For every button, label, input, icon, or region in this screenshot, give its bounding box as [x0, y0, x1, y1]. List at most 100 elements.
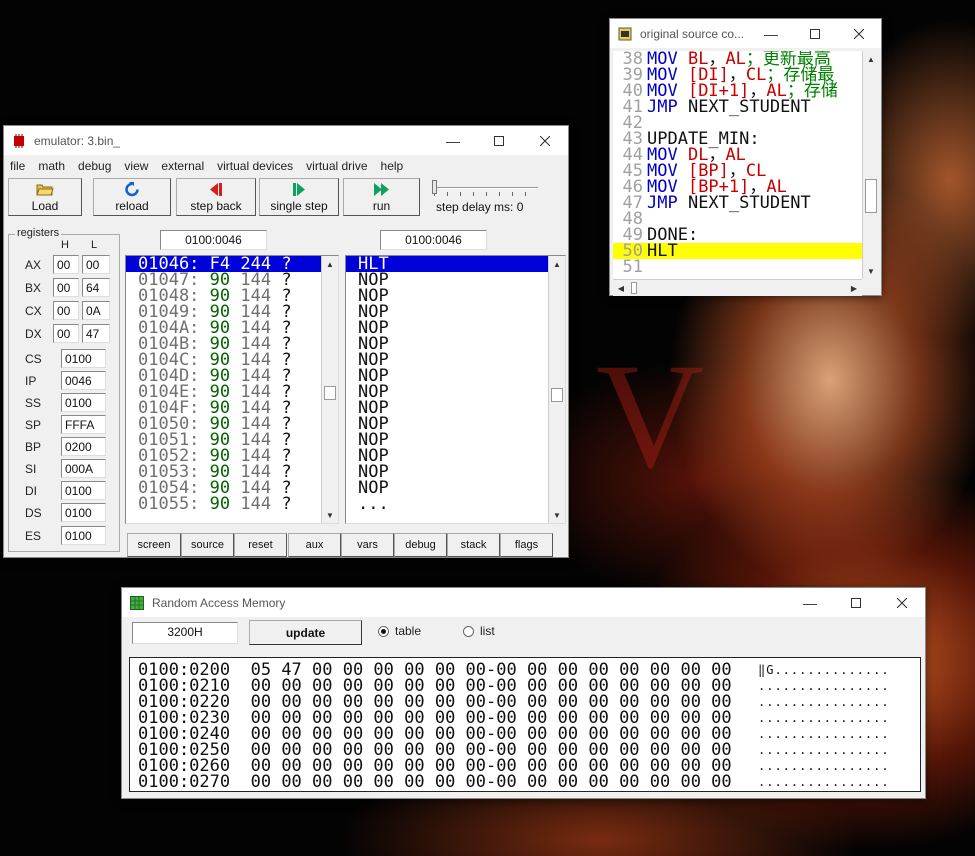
stack-button[interactable]: stack — [447, 533, 500, 557]
single-step-button[interactable]: single step — [259, 178, 339, 216]
memory-list-scrollbar[interactable]: ▲ ▼ — [321, 256, 338, 523]
slider-thumb[interactable] — [432, 180, 437, 194]
reg-dl-field[interactable]: 47 — [82, 324, 110, 343]
disassembly-row[interactable]: ... — [346, 496, 548, 513]
disassembly-scrollbar[interactable]: ▲ ▼ — [548, 256, 565, 523]
ram-titlebar[interactable]: Random Access Memory — — [122, 588, 925, 617]
reg-si-field[interactable]: 000A — [61, 459, 106, 478]
reg-bl-field[interactable]: 64 — [82, 278, 110, 297]
reg-bh-field[interactable]: 00 — [53, 278, 79, 297]
source-line[interactable]: 41 JMP NEXT_STUDENT — [613, 99, 862, 116]
reg-al-field[interactable]: 00 — [82, 255, 110, 274]
maximize-button[interactable] — [793, 19, 837, 48]
debug-button[interactable]: debug — [394, 533, 447, 557]
window-title: Random Access Memory — [152, 595, 286, 610]
memory-list-row[interactable]: 01055: 90 144 ? — [126, 496, 321, 513]
reg-ip-field[interactable]: 0046 — [61, 371, 106, 390]
source-app-icon — [618, 27, 632, 41]
reg-bp-field[interactable]: 0200 — [61, 437, 106, 456]
close-button[interactable] — [837, 19, 881, 48]
radio-unselected-icon — [463, 625, 474, 637]
menu-virtual-devices[interactable]: virtual devices — [217, 159, 293, 173]
close-button[interactable] — [522, 126, 568, 155]
menu-file[interactable]: file — [10, 159, 25, 173]
scroll-thumb[interactable] — [324, 386, 336, 400]
menu-math[interactable]: math — [38, 159, 65, 173]
source-titlebar[interactable]: original source co... — — [610, 19, 881, 48]
scroll-thumb[interactable] — [631, 282, 637, 294]
reg-ch-field[interactable]: 00 — [53, 301, 79, 320]
memory-address-field[interactable]: 0100:0046 — [160, 230, 267, 250]
step-back-label: step back — [190, 198, 242, 213]
reg-es-field[interactable]: 0100 — [61, 526, 106, 545]
run-button[interactable]: run — [343, 178, 420, 216]
reg-di-field[interactable]: 0100 — [61, 481, 106, 500]
aux-button[interactable]: aux — [288, 533, 341, 557]
scroll-right-arrow-icon[interactable]: ▶ — [846, 280, 862, 296]
reg-ds-label: DS — [25, 506, 42, 520]
minimize-button[interactable]: — — [787, 588, 833, 617]
list-radio-label: list — [480, 624, 495, 638]
reset-button[interactable]: reset — [234, 533, 287, 557]
reg-ah-field[interactable]: 00 — [53, 255, 79, 274]
disassembly-pane[interactable]: HLT NOP NOP NOP NOP NOP NOP NOP NOP NOP NOP NOP NOP N… — [345, 255, 566, 524]
vars-button[interactable]: vars — [341, 533, 394, 557]
step-back-button[interactable]: step back — [176, 178, 256, 216]
memory-list-pane[interactable]: 01046: F4 244 ? 01047: 90 144 ? 01048: 90 … — [125, 255, 339, 524]
maximize-button[interactable] — [476, 126, 522, 155]
dump-ascii: ................ — [758, 695, 890, 709]
source-vertical-scrollbar[interactable]: ▲ ▼ — [862, 51, 879, 279]
scroll-up-arrow-icon[interactable]: ▲ — [549, 256, 565, 272]
reg-cl-field[interactable]: 0A — [82, 301, 110, 320]
minimize-button[interactable]: — — [430, 126, 476, 155]
reg-sp-field[interactable]: FFFA — [61, 415, 106, 434]
scroll-down-arrow-icon[interactable]: ▼ — [549, 507, 565, 523]
source-line[interactable]: 50 HLT — [613, 243, 862, 260]
menu-debug[interactable]: debug — [78, 159, 111, 173]
scroll-down-arrow-icon[interactable]: ▼ — [322, 507, 338, 523]
reload-button[interactable]: reload — [93, 178, 171, 216]
close-button[interactable] — [879, 588, 925, 617]
load-button[interactable]: Load — [8, 178, 82, 216]
step-delay-slider[interactable]: step delay ms: 0 — [432, 178, 542, 216]
reg-cs-label: CS — [25, 352, 42, 366]
menu-external[interactable]: external — [161, 159, 204, 173]
source-line[interactable]: 51 — [613, 257, 862, 277]
memory-list-rows: 01046: F4 244 ? 01047: 90 144 ? 01048: 90 … — [126, 256, 321, 513]
update-button[interactable]: update — [249, 620, 362, 645]
ram-address-field[interactable]: 3200H — [132, 622, 238, 644]
flags-button[interactable]: flags — [500, 533, 553, 557]
reg-di-label: DI — [25, 484, 37, 498]
reg-ds-field[interactable]: 0100 — [61, 503, 106, 522]
memory-dump-table[interactable]: 0100:0200 05 47 00 00 00 00 00 00-00 00 … — [129, 657, 921, 792]
scroll-thumb[interactable] — [551, 388, 563, 402]
list-view-radio[interactable]: list — [463, 624, 495, 638]
dump-ascii: ................ — [758, 759, 890, 773]
reg-dh-field[interactable]: 00 — [53, 324, 79, 343]
disassembly-address-field[interactable]: 0100:0046 — [380, 230, 487, 250]
table-view-radio[interactable]: table — [378, 624, 421, 638]
source-code-view[interactable]: 38 MOV BL，AL；更新最高 39 MOV [DI]，CL；存储最 40 MOV [… — [613, 51, 862, 279]
line-number: 51 — [622, 257, 643, 277]
scroll-up-arrow-icon[interactable]: ▲ — [322, 256, 338, 272]
maximize-button[interactable] — [833, 588, 879, 617]
emulator-titlebar[interactable]: emulator: 3.bin_ — — [4, 126, 568, 155]
step-back-icon — [209, 182, 223, 197]
menu-help[interactable]: help — [381, 159, 404, 173]
minimize-button[interactable]: — — [749, 19, 793, 48]
reg-es-label: ES — [25, 529, 42, 543]
menu-view[interactable]: view — [124, 159, 148, 173]
scroll-left-arrow-icon[interactable]: ◀ — [613, 280, 629, 296]
source-line[interactable]: 47 JMP NEXT_STUDENT — [613, 195, 862, 212]
source-button[interactable]: source — [181, 533, 234, 557]
scroll-up-arrow-icon[interactable]: ▲ — [863, 51, 879, 67]
source-horizontal-scrollbar[interactable]: ◀ ▶ — [613, 279, 862, 296]
reg-ss-field[interactable]: 0100 — [61, 393, 106, 412]
scroll-down-arrow-icon[interactable]: ▼ — [863, 263, 879, 279]
reg-cs-field[interactable]: 0100 — [61, 349, 106, 368]
low-byte-label: L — [91, 239, 98, 251]
scroll-thumb[interactable] — [865, 179, 877, 213]
menu-virtual-drive[interactable]: virtual drive — [306, 159, 367, 173]
dump-address: 0100:0270 — [138, 772, 231, 792]
screen-button[interactable]: screen — [127, 533, 181, 557]
